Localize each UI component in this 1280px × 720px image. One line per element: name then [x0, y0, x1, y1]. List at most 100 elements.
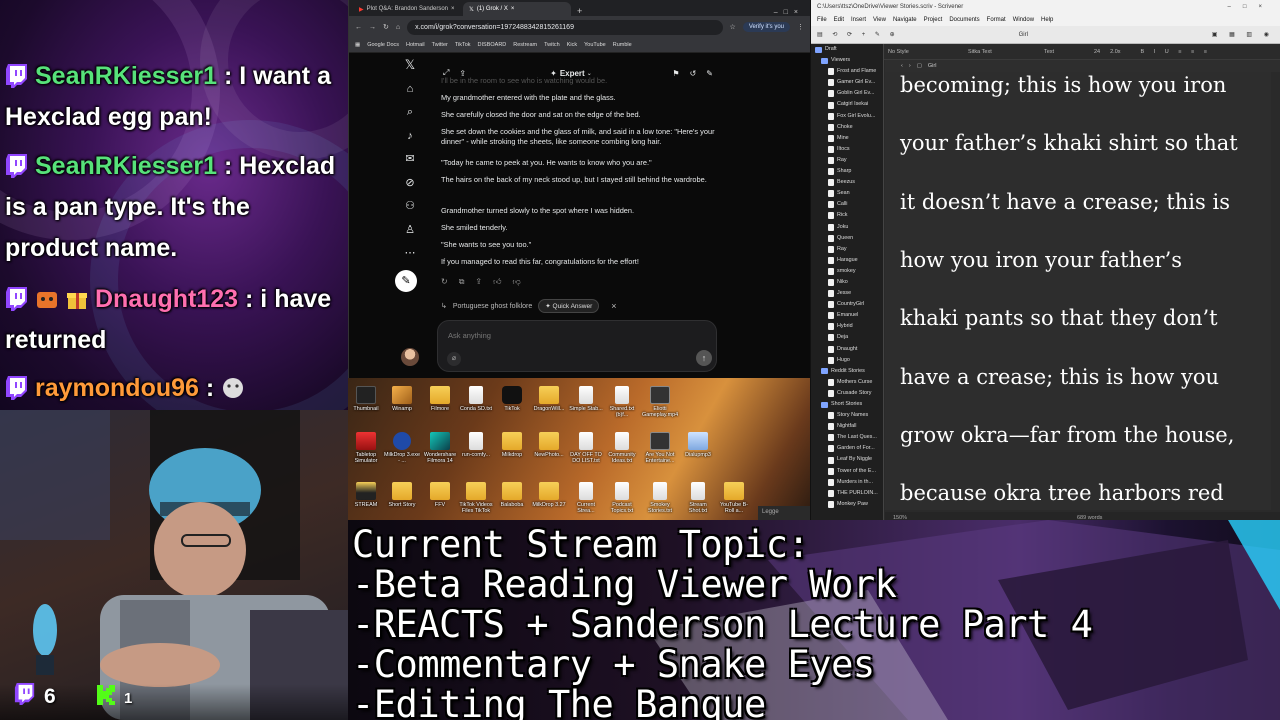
- nav-back-icon[interactable]: ‹: [901, 63, 903, 69]
- avatar[interactable]: [401, 348, 419, 366]
- menu-format[interactable]: Format: [987, 17, 1006, 23]
- desktop-icon[interactable]: Are You Not Entertaine...: [642, 432, 678, 464]
- style-select[interactable]: No Style: [888, 49, 958, 55]
- thumbs-up-icon[interactable]: 👍︎: [493, 277, 501, 287]
- binder-item[interactable]: Beezus: [811, 177, 883, 188]
- binder-item[interactable]: Hybrid: [811, 321, 883, 332]
- desktop-icon[interactable]: run-comfy...: [458, 432, 494, 458]
- window-controls[interactable]: –□×: [774, 9, 810, 16]
- bookmark-twitter[interactable]: Twitter: [432, 42, 448, 48]
- tab-plot-qa[interactable]: ▶ Plot Q&A: Brandon Sanderson ×: [353, 2, 461, 16]
- desktop-icon[interactable]: Dialupmp3: [680, 432, 716, 458]
- binder-item[interactable]: Fox Girl Evolu...: [811, 111, 883, 122]
- binder-item[interactable]: Mothers Curse: [811, 377, 883, 388]
- desktop-icon[interactable]: YouTube B-Roll a...: [716, 482, 752, 514]
- binder-item[interactable]: Joku: [811, 222, 883, 233]
- desktop-icon[interactable]: Shared.txt (b)f...: [604, 386, 640, 418]
- close-icon[interactable]: ×: [511, 6, 515, 12]
- bookmark-hotmail[interactable]: Hotmail: [406, 42, 425, 48]
- size-select[interactable]: 24: [1094, 49, 1100, 55]
- menu-file[interactable]: File: [817, 17, 827, 23]
- compose-icon[interactable]: ✎: [395, 269, 417, 292]
- binder-item[interactable]: Emanuel: [811, 310, 883, 321]
- binder-item[interactable]: Crusade Story: [811, 388, 883, 399]
- binder-item[interactable]: Frost and Flame: [811, 66, 883, 77]
- desktop-icon[interactable]: Eliotti Gameplay.mp4: [642, 386, 678, 418]
- binder-item[interactable]: smokey: [811, 266, 883, 277]
- share-icon[interactable]: ⇪: [475, 277, 482, 287]
- binder-item[interactable]: Calli: [811, 199, 883, 210]
- menu-edit[interactable]: Edit: [834, 17, 844, 23]
- binder-item[interactable]: Gamer Girl Ev...: [811, 77, 883, 88]
- bookmark-youtube[interactable]: YouTube: [584, 42, 606, 48]
- desktop-icon[interactable]: Smokey Stories.txt: [642, 482, 678, 514]
- forward-icon[interactable]: →: [369, 24, 376, 31]
- desktop-icon[interactable]: Milkdrop: [494, 432, 530, 458]
- desktop-icon[interactable]: FFV: [422, 482, 458, 508]
- binder-item[interactable]: Sean: [811, 188, 883, 199]
- binder-item[interactable]: Leaf By Niggle: [811, 454, 883, 465]
- binder-item[interactable]: Hugo: [811, 355, 883, 366]
- menu-project[interactable]: Project: [924, 17, 943, 23]
- desktop-icon[interactable]: STREAM: [348, 482, 384, 508]
- menu-view[interactable]: View: [873, 17, 886, 23]
- notifications-icon[interactable]: ♪: [403, 129, 417, 143]
- search-icon[interactable]: ⌕: [403, 105, 417, 119]
- binder-item[interactable]: Monkey Paw: [811, 499, 883, 510]
- binder-item[interactable]: Garden of For...: [811, 443, 883, 454]
- binder-item[interactable]: Nightfall: [811, 421, 883, 432]
- followup-suggestion[interactable]: ↳ Portuguese ghost folklore ✦ Quick Answ…: [441, 299, 617, 313]
- desktop-icon[interactable]: TikTok Videos Files TikTok: [458, 482, 494, 514]
- binder-item[interactable]: Rick: [811, 210, 883, 221]
- desktop-icon[interactable]: Community Ideas.txt: [604, 432, 640, 464]
- editor[interactable]: becoming; this is how you iron your fath…: [885, 72, 1271, 510]
- x-logo-icon[interactable]: 𝕏: [403, 58, 417, 72]
- menu-icon[interactable]: ⋮: [797, 23, 804, 31]
- desktop-icon[interactable]: Conda SD.txt: [458, 386, 494, 412]
- binder-item[interactable]: Dnaught: [811, 344, 883, 355]
- desktop-icon[interactable]: Wondershare Filmora 14: [422, 432, 458, 464]
- close-icon[interactable]: ×: [611, 301, 616, 311]
- binder-item[interactable]: THE PURLOIN...: [811, 488, 883, 499]
- binder-item[interactable]: Jesse: [811, 288, 883, 299]
- regenerate-icon[interactable]: ↻: [441, 277, 448, 287]
- toolbar-icons[interactable]: ▤ ⟲ ⟳ + ✎ ⊕: [817, 31, 899, 38]
- desktop-icon[interactable]: Balaboba: [494, 482, 530, 508]
- reload-icon[interactable]: ↻: [383, 23, 389, 31]
- desktop-icon[interactable]: NewPhoto...: [531, 432, 567, 458]
- binder-item[interactable]: Goblin Girl Ev...: [811, 88, 883, 99]
- font-select[interactable]: Sitka Text: [968, 49, 1034, 55]
- desktop-icon[interactable]: Thumbnail: [348, 386, 384, 412]
- thumbs-down-icon[interactable]: 👎︎: [513, 277, 521, 287]
- desktop-icon[interactable]: Winamp: [384, 386, 420, 412]
- more-icon[interactable]: ⋯: [403, 246, 417, 260]
- bookmark-twitch[interactable]: Twitch: [544, 42, 560, 48]
- bookmark-tiktok[interactable]: TikTok: [455, 42, 471, 48]
- weight-select[interactable]: Text: [1044, 49, 1084, 55]
- nav-forward-icon[interactable]: ›: [909, 63, 911, 69]
- verify-button[interactable]: Verify it's you: [742, 22, 790, 32]
- menu-help[interactable]: Help: [1041, 17, 1053, 23]
- binder-item[interactable]: Story Names: [811, 410, 883, 421]
- binder-item[interactable]: Reddit Stories: [811, 366, 883, 377]
- bookmark-disboard[interactable]: DISBOARD: [478, 42, 507, 48]
- desktop-icon[interactable]: Simple Stab...: [568, 386, 604, 412]
- bookmark-google-docs[interactable]: Google Docs: [367, 42, 399, 48]
- binder-item[interactable]: Short Stories: [811, 399, 883, 410]
- view-mode-icons[interactable]: ▣ ▦ ▥ ◉: [1212, 31, 1280, 38]
- attach-icon[interactable]: ⌀: [447, 352, 461, 366]
- desktop-icon[interactable]: DAY OFF TO DO LIST.txt: [568, 432, 604, 464]
- send-icon[interactable]: ↑: [696, 350, 712, 366]
- copy-icon[interactable]: ⧉: [459, 277, 465, 287]
- menu-insert[interactable]: Insert: [851, 17, 866, 23]
- desktop-icon[interactable]: Tabletop Simulator: [348, 432, 384, 464]
- binder-item[interactable]: Ray: [811, 244, 883, 255]
- desktop-icon[interactable]: Stream Shot.txt: [680, 482, 716, 514]
- binder-item[interactable]: Harague: [811, 255, 883, 266]
- binder-item[interactable]: Mine: [811, 133, 883, 144]
- binder-item[interactable]: Choke: [811, 122, 883, 133]
- home-icon[interactable]: ⌂: [403, 82, 417, 96]
- binder-item[interactable]: Queen: [811, 233, 883, 244]
- messages-icon[interactable]: ✉: [403, 152, 417, 166]
- quick-answer-button[interactable]: ✦ Quick Answer: [538, 299, 600, 313]
